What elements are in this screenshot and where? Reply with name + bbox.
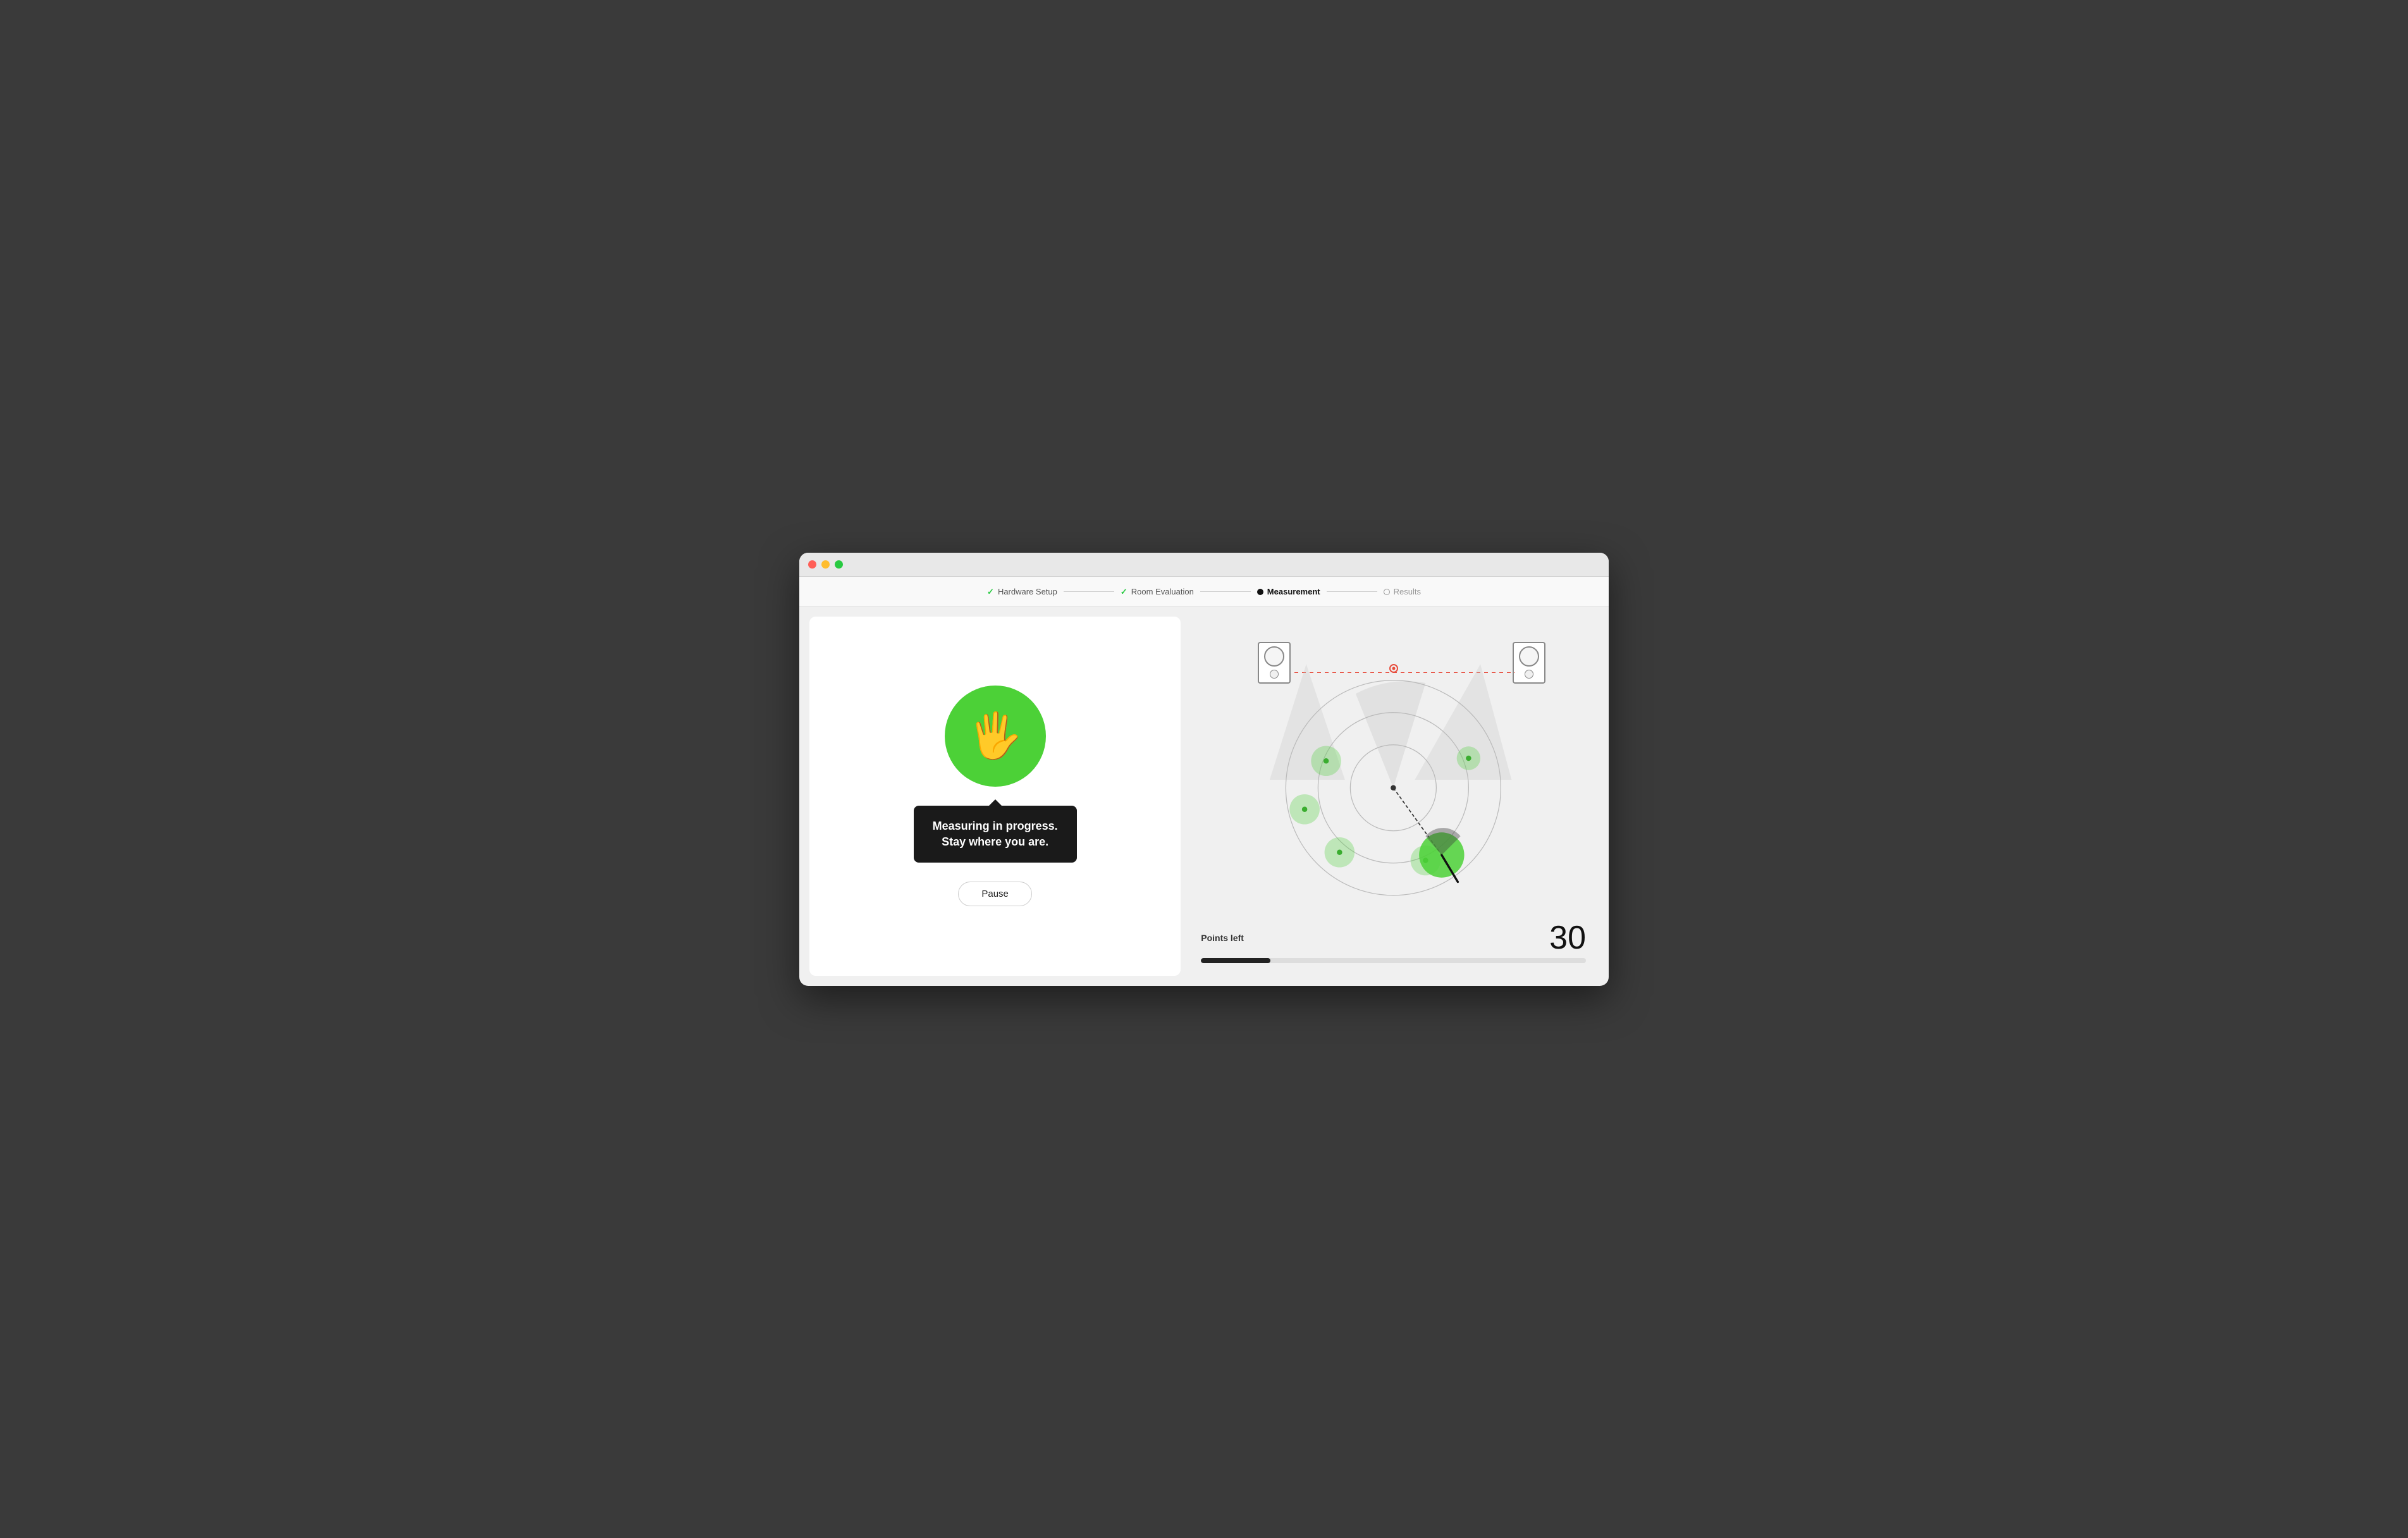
room-visualization xyxy=(1201,629,1586,909)
progress-bar-container xyxy=(1201,958,1586,963)
status-line2: Stay where you are. xyxy=(942,835,1048,848)
meas-point-1-dot xyxy=(1324,758,1329,764)
points-row: Points left 30 xyxy=(1201,921,1586,954)
step-check-icon-2: ✓ xyxy=(1121,587,1127,597)
right-panel: Points left 30 xyxy=(1188,617,1599,976)
step-active-dot xyxy=(1257,589,1263,595)
app-window: ✓ Hardware Setup ✓ Room Evaluation Measu… xyxy=(799,553,1609,986)
stepper-bar: ✓ Hardware Setup ✓ Room Evaluation Measu… xyxy=(799,577,1609,606)
meas-point-4-dot xyxy=(1466,755,1471,761)
status-line1: Measuring in progress. xyxy=(933,820,1058,832)
step-inactive-dot xyxy=(1384,589,1390,595)
step-hardware-setup: ✓ Hardware Setup xyxy=(987,587,1057,597)
step-hardware-setup-label: Hardware Setup xyxy=(998,587,1057,596)
traffic-lights xyxy=(808,560,843,569)
meas-point-3-dot xyxy=(1337,849,1342,855)
hand-icon: 🖐 xyxy=(968,710,1023,762)
minimize-button[interactable] xyxy=(821,560,830,569)
meas-point-2-dot xyxy=(1302,806,1308,812)
progress-bar-fill xyxy=(1201,958,1270,963)
close-button[interactable] xyxy=(808,560,816,569)
step-check-icon: ✓ xyxy=(987,587,994,597)
hand-icon-circle: 🖐 xyxy=(945,686,1046,787)
step-connector-3 xyxy=(1327,591,1377,592)
step-connector-2 xyxy=(1200,591,1251,592)
step-room-evaluation: ✓ Room Evaluation xyxy=(1121,587,1194,597)
titlebar xyxy=(799,553,1609,577)
step-results: Results xyxy=(1384,587,1421,596)
sweep-sector xyxy=(1356,681,1426,788)
main-content: 🖐 Measuring in progress. Stay where you … xyxy=(799,606,1609,986)
points-count: 30 xyxy=(1549,921,1586,954)
points-left-label: Points left xyxy=(1201,933,1244,943)
maximize-button[interactable] xyxy=(835,560,843,569)
status-tooltip: Measuring in progress. Stay where you ar… xyxy=(914,806,1077,863)
pause-button[interactable]: Pause xyxy=(958,882,1032,906)
step-measurement-label: Measurement xyxy=(1267,587,1320,596)
step-measurement: Measurement xyxy=(1257,587,1320,596)
step-results-label: Results xyxy=(1394,587,1421,596)
status-message: Measuring in progress. Stay where you ar… xyxy=(933,818,1058,850)
step-room-evaluation-label: Room Evaluation xyxy=(1131,587,1194,596)
room-svg xyxy=(1201,629,1586,909)
step-connector-1 xyxy=(1064,591,1114,592)
points-section: Points left 30 xyxy=(1201,915,1586,963)
left-panel: 🖐 Measuring in progress. Stay where you … xyxy=(809,617,1181,976)
radar-center-dot xyxy=(1391,785,1396,791)
